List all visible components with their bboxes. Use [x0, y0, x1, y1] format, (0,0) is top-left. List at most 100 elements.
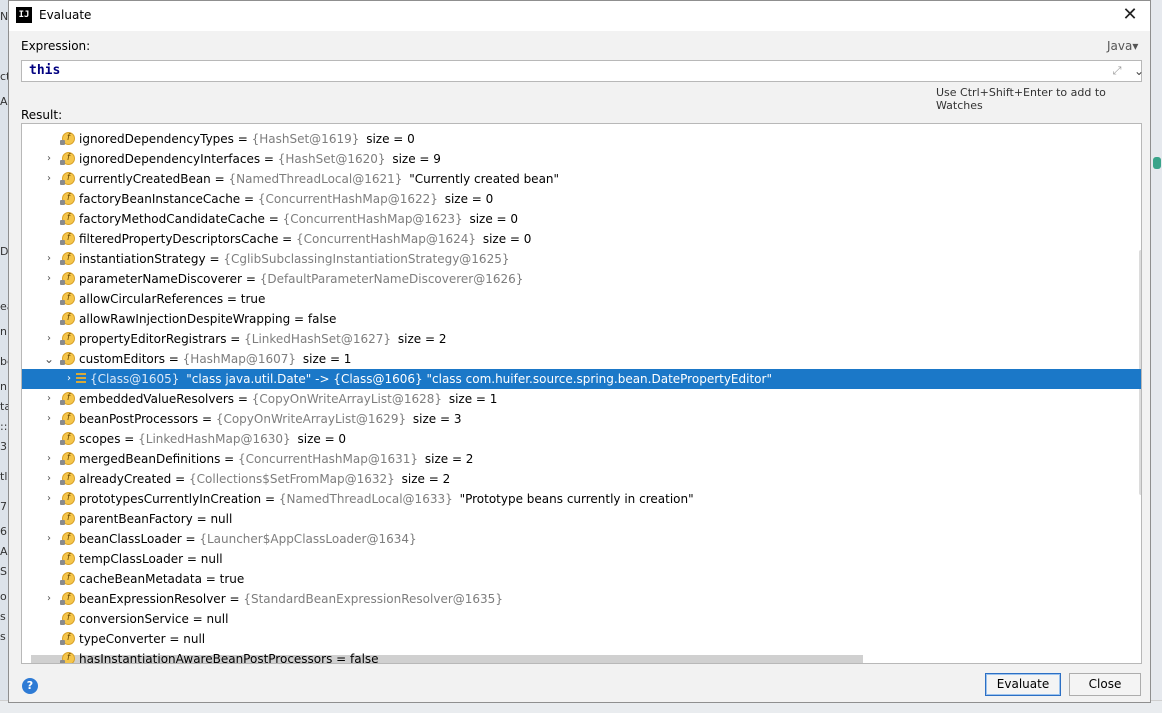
tree-row[interactable]: › f propertyEditorRegistrars = {LinkedHash… [22, 329, 1141, 349]
object-reference: {ConcurrentHashMap@1631} [238, 452, 419, 466]
object-reference: {NamedThreadLocal@1621} [228, 172, 403, 186]
expand-arrow-icon[interactable]: › [43, 412, 55, 426]
expression-input[interactable]: this ⤢ ⌄ [21, 60, 1144, 82]
language-selector[interactable]: Java▾ [1107, 39, 1138, 53]
background-text-fragment: 6 [0, 525, 7, 538]
field-name: filteredPropertyDescriptorsCache [79, 232, 279, 246]
field-name: beanPostProcessors [79, 412, 199, 426]
private-lock-icon [60, 440, 65, 445]
tree-row[interactable]: › f parameterNameDiscoverer = {DefaultPara… [22, 269, 1141, 289]
help-icon[interactable]: ? [22, 678, 38, 694]
tree-row[interactable]: f factoryMethodCandidateCache = {Concurre… [22, 209, 1141, 229]
close-icon[interactable]: ✕ [1120, 6, 1140, 26]
field-value: size = 2 [401, 472, 451, 486]
expand-arrow-icon[interactable]: › [43, 392, 55, 406]
object-reference: {HashSet@1620} [277, 152, 386, 166]
object-reference: {DefaultParameterNameDiscoverer@1626} [259, 272, 524, 286]
tree-row[interactable]: f hasInstantiationAwareBeanPostProcessors… [22, 649, 1141, 663]
tree-row-text: parameterNameDiscoverer = {DefaultParame… [79, 272, 524, 286]
field-name: beanClassLoader [79, 532, 182, 546]
evaluate-button[interactable]: Evaluate [985, 673, 1061, 696]
collapse-arrow-icon[interactable]: ⌄ [43, 352, 55, 366]
intellij-app-icon: IJ [16, 7, 32, 23]
field-name: scopes [79, 432, 121, 446]
tree-row[interactable]: › f mergedBeanDefinitions = {ConcurrentHas… [22, 449, 1141, 469]
tree-row[interactable]: › f ignoredDependencyInterfaces = {HashSet… [22, 149, 1141, 169]
tree-row[interactable]: f conversionService = null [22, 609, 1141, 629]
tree-row[interactable]: f allowRawInjectionDespiteWrapping = fals… [22, 309, 1141, 329]
tree-row[interactable]: f allowCircularReferences = true [22, 289, 1141, 309]
history-dropdown-icon[interactable]: ⌄ [1132, 63, 1146, 79]
field-value: false [307, 312, 337, 326]
background-ide-right-strip [1150, 0, 1162, 712]
tree-row-text: mergedBeanDefinitions = {ConcurrentHashM… [79, 452, 474, 466]
private-lock-icon [60, 320, 65, 325]
tree-row-text: {Class@1605} "class java.util.Date" -> {… [90, 372, 772, 386]
private-lock-icon [60, 160, 65, 165]
tree-row-text: alreadyCreated = {Collections$SetFromMap… [79, 472, 451, 486]
tree-row[interactable]: › f beanClassLoader = {Launcher$AppClassLo… [22, 529, 1141, 549]
tree-row[interactable]: › f beanExpressionResolver = {StandardBean… [22, 589, 1141, 609]
evaluate-dialog: IJ Evaluate ✕ Expression: Java▾ this ⤢ ⌄… [8, 0, 1151, 703]
expand-arrow-icon[interactable]: › [43, 272, 55, 286]
tree-row-text: ignoredDependencyTypes = {HashSet@1619} … [79, 132, 415, 146]
expand-arrow-icon[interactable]: › [43, 452, 55, 466]
field-name: alreadyCreated [79, 472, 172, 486]
tree-row[interactable]: f filteredPropertyDescriptorsCache = {Con… [22, 229, 1141, 249]
private-lock-icon [60, 360, 65, 365]
expand-arrow-icon[interactable]: › [43, 592, 55, 606]
title-bar[interactable]: IJ Evaluate ✕ [9, 1, 1150, 31]
expand-arrow-icon[interactable]: › [43, 172, 55, 186]
tree-row[interactable]: ⌄ f customEditors = {HashMap@1607} size = … [22, 349, 1141, 369]
private-lock-icon [60, 660, 65, 663]
field-name: ignoredDependencyTypes [79, 132, 234, 146]
private-lock-icon [60, 200, 65, 205]
background-text-fragment: A [0, 95, 8, 108]
expand-arrow-icon[interactable]: › [43, 332, 55, 346]
watches-hint: Use Ctrl+Shift+Enter to add to Watches [936, 86, 1106, 112]
expand-arrow-icon[interactable]: › [43, 152, 55, 166]
tree-row[interactable]: › f instantiationStrategy = {CglibSubclass… [22, 249, 1141, 269]
object-reference: {LinkedHashMap@1630} [138, 432, 291, 446]
expand-arrow-icon[interactable]: › [43, 252, 55, 266]
field-value: null [183, 632, 206, 646]
tree-row[interactable]: f tempClassLoader = null [22, 549, 1141, 569]
tree-row[interactable]: › f beanPostProcessors = {CopyOnWriteArray… [22, 409, 1141, 429]
object-reference: {CopyOnWriteArrayList@1628} [251, 392, 443, 406]
tree-row[interactable]: f ignoredDependencyTypes = {HashSet@1619}… [22, 129, 1141, 149]
tree-row[interactable]: f parentBeanFactory = null [22, 509, 1141, 529]
field-value: size = 9 [392, 152, 441, 166]
expand-arrow-icon[interactable]: › [43, 492, 55, 506]
tree-row[interactable]: f typeConverter = null [22, 629, 1141, 649]
tree-row[interactable]: f cacheBeanMetadata = true [22, 569, 1141, 589]
close-button[interactable]: Close [1069, 673, 1141, 696]
tree-row[interactable]: f scopes = {LinkedHashMap@1630} size = 0 [22, 429, 1141, 449]
object-reference: {NamedThreadLocal@1633} [278, 492, 453, 506]
tree-row-selected[interactable]: › {Class@1605} "class java.util.Date" -> … [22, 369, 1141, 389]
background-text-fragment: s [0, 630, 6, 643]
expression-label: Expression: [21, 39, 91, 53]
field-value: size = 0 [444, 192, 494, 206]
field-name: propertyEditorRegistrars [79, 332, 227, 346]
expand-editor-icon[interactable]: ⤢ [1110, 64, 1124, 78]
tree-row-text: typeConverter = null [79, 632, 206, 646]
tree-row-text: allowCircularReferences = true [79, 292, 266, 306]
background-text-fragment: 3 [0, 440, 7, 453]
tree-row-text: beanClassLoader = {Launcher$AppClassLoad… [79, 532, 417, 546]
expression-value[interactable]: this [29, 63, 60, 78]
tree-row[interactable]: › f prototypesCurrentlyInCreation = {Named… [22, 489, 1141, 509]
private-lock-icon [60, 420, 65, 425]
field-name: factoryMethodCandidateCache [79, 212, 265, 226]
expand-arrow-icon[interactable]: › [43, 472, 55, 486]
tree-row[interactable]: › f alreadyCreated = {Collections$SetFromM… [22, 469, 1141, 489]
background-text-fragment: n [0, 325, 7, 338]
field-value: null [210, 512, 233, 526]
expand-arrow-icon[interactable]: › [43, 532, 55, 546]
tree-row[interactable]: › f embeddedValueResolvers = {CopyOnWriteA… [22, 389, 1141, 409]
field-name: typeConverter [79, 632, 166, 646]
expand-arrow-icon[interactable]: › [63, 372, 75, 386]
result-tree[interactable]: f ignoredDependencyTypes = {HashSet@1619}… [21, 123, 1142, 664]
tree-row[interactable]: › f currentlyCreatedBean = {NamedThreadLoc… [22, 169, 1141, 189]
tree-row[interactable]: f factoryBeanInstanceCache = {ConcurrentH… [22, 189, 1141, 209]
field-name: instantiationStrategy [79, 252, 206, 266]
